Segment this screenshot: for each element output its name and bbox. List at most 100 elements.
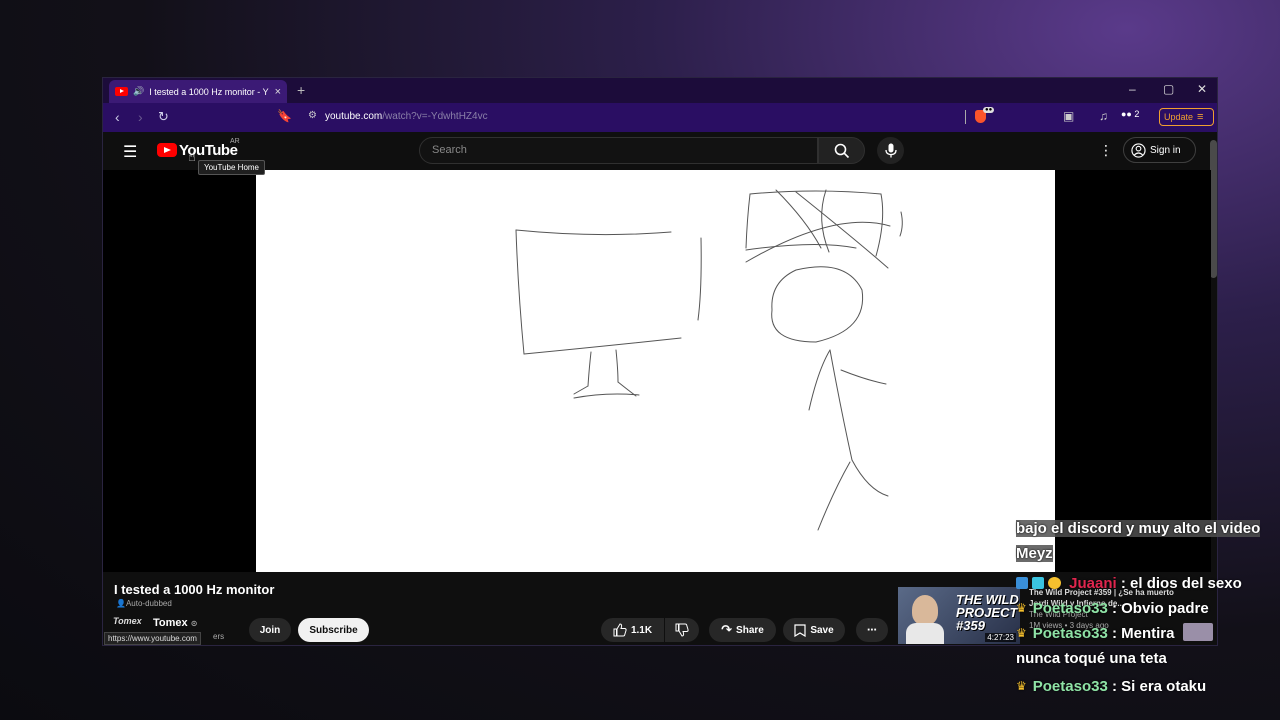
chat-text: Meyz — [1016, 545, 1053, 562]
video-frame[interactable] — [256, 170, 1055, 572]
youtube-favicon-icon — [115, 87, 128, 96]
title-bar: 🔊 I tested a 1000 Hz monitor - Y × + – ▢… — [103, 78, 1217, 103]
region-code: AR — [230, 138, 240, 145]
chat-text: bajo el discord y muy alto el video — [1016, 520, 1261, 537]
microphone-icon — [884, 143, 897, 158]
thumbnail-person-body — [906, 623, 944, 644]
search-input[interactable]: Search — [419, 137, 818, 164]
reload-icon[interactable]: ↻ — [158, 109, 169, 125]
minimize-button[interactable]: – — [1129, 82, 1136, 96]
channel-name[interactable]: Tomex ⊙ — [153, 617, 197, 629]
chat-message: nunca toqué una teta — [1016, 646, 1280, 671]
chat-username: Poetaso33 — [1032, 600, 1108, 617]
save-icon — [794, 623, 806, 637]
chat-text: : Obvio padre — [1107, 600, 1209, 617]
like-count: 1.1K — [630, 624, 653, 636]
voice-search-button[interactable] — [877, 137, 904, 164]
chat-username: Juaani — [1069, 575, 1117, 592]
video-player[interactable] — [103, 170, 1211, 572]
share-button[interactable]: ↷ Share — [709, 618, 776, 642]
chat-text: : Mentira — [1107, 625, 1175, 642]
video-duration: 4:27:23 — [985, 633, 1016, 642]
join-button[interactable]: Join — [249, 618, 291, 642]
account-icon — [1131, 142, 1146, 158]
chat-message: Meyz — [1016, 541, 1280, 566]
chat-message: Juaani : el dios del sexo — [1016, 571, 1280, 596]
shields-badge: ●● — [983, 107, 995, 113]
video-title: I tested a 1000 Hz monitor — [114, 582, 275, 597]
more-options-icon[interactable]: ⋮ — [1099, 142, 1113, 159]
extensions-button[interactable]: ●● 2 — [1121, 109, 1139, 119]
emote-icon — [1182, 623, 1213, 641]
subscriber-count: ers — [213, 632, 225, 641]
mouse-cursor-icon: ☝ — [188, 149, 196, 164]
tab-close-icon[interactable]: × — [275, 86, 281, 98]
thumbs-down-icon — [675, 623, 689, 637]
speaker-icon[interactable]: 🔊 — [133, 86, 144, 97]
close-window-button[interactable]: ✕ — [1197, 82, 1207, 96]
pin-badge-icon — [1016, 577, 1028, 589]
chat-text: : el dios del sexo — [1116, 575, 1242, 592]
thumbnail-person-face — [912, 595, 938, 625]
forward-icon[interactable]: › — [138, 109, 143, 125]
gold-badge-icon — [1048, 577, 1061, 589]
share-label: Share — [736, 624, 764, 636]
crown-badge-icon: ♛ — [1016, 601, 1027, 615]
dislike-button[interactable] — [665, 618, 699, 642]
search-button[interactable] — [818, 137, 865, 164]
new-tab-button[interactable]: + — [297, 82, 305, 98]
thumbs-up-icon — [613, 623, 627, 637]
chat-message: ♛ Poetaso33 : Obvio padre — [1016, 596, 1280, 621]
maximize-button[interactable]: ▢ — [1163, 82, 1174, 96]
chat-username: Poetaso33 — [1032, 625, 1108, 642]
save-label: Save — [810, 624, 834, 636]
cube-badge-icon — [1032, 577, 1044, 589]
browser-tab-active[interactable]: 🔊 I tested a 1000 Hz monitor - Y × — [109, 80, 287, 103]
url-host: youtube.com — [325, 111, 383, 122]
subscribe-button[interactable]: Subscribe — [298, 618, 369, 642]
sketch-drawing — [515, 189, 903, 531]
site-info-icon[interactable]: ⚙ — [308, 110, 317, 121]
chat-message: ♛ Poetaso33 : Si era otaku — [1016, 674, 1280, 699]
crown-badge-icon: ♛ — [1016, 626, 1027, 640]
like-button[interactable]: 1.1K — [601, 618, 664, 642]
media-icon[interactable]: ♫ — [1099, 109, 1108, 123]
chat-username: Poetaso33 — [1032, 678, 1108, 695]
tab-title: I tested a 1000 Hz monitor - Y — [149, 86, 269, 97]
bookmark-icon[interactable]: 🔖 — [277, 109, 292, 123]
auto-dubbed-text: Auto-dubbed — [125, 599, 172, 608]
channel-name-text: Tomex — [153, 617, 188, 629]
dub-icon: 👤 — [116, 599, 126, 608]
update-button[interactable]: Update ≡ — [1159, 108, 1214, 126]
search-icon — [834, 143, 849, 158]
navigation-bar: ‹ › ↻ 🔖 ⚙ youtube.com/watch?v=-YdwhtHZ4v… — [103, 103, 1217, 132]
recommended-thumbnail[interactable]: THE WILD PROJECT #359 4:27:23 — [898, 587, 1020, 644]
toolbar-divider — [965, 110, 966, 124]
auto-dubbed-label: 👤Auto-dubbed — [116, 599, 172, 608]
share-icon: ↷ — [721, 622, 733, 637]
youtube-header: ☰ YouTube AR ☝ YouTube Home Search ⋮ Sig… — [103, 132, 1217, 175]
save-button[interactable]: Save — [783, 618, 845, 642]
chat-text: nunca toqué una teta — [1016, 650, 1167, 667]
sign-in-label: Sign in — [1150, 144, 1181, 156]
leo-sidebar-icon[interactable]: ▣ — [1063, 109, 1074, 123]
page-scrollbar[interactable] — [1210, 140, 1217, 278]
crown-badge-icon: ♛ — [1016, 679, 1027, 693]
stream-chat-overlay: bajo el discord y muy alto el video Meyz… — [1016, 516, 1280, 699]
sign-in-button[interactable]: Sign in — [1123, 137, 1196, 163]
update-label: Update — [1164, 112, 1194, 122]
youtube-logo-icon[interactable] — [157, 143, 177, 157]
menu-icon: ≡ — [1197, 111, 1204, 123]
url-path: /watch?v=-YdwhtHZ4vc — [382, 111, 488, 122]
more-actions-button[interactable]: ⋯ — [856, 618, 888, 642]
chat-text: : Si era otaku — [1107, 678, 1207, 695]
verified-icon: ⊙ — [190, 619, 198, 628]
link-status-tooltip: https://www.youtube.com — [104, 632, 201, 645]
back-icon[interactable]: ‹ — [115, 109, 120, 125]
thumbnail-title: THE WILD PROJECT #359 — [956, 592, 1019, 633]
address-bar[interactable]: youtube.com/watch?v=-YdwhtHZ4vc — [325, 111, 488, 122]
home-tooltip: YouTube Home — [198, 160, 265, 175]
hamburger-menu-icon[interactable]: ☰ — [123, 142, 137, 162]
chat-message: bajo el discord y muy alto el video — [1016, 516, 1280, 541]
extensions-count: 2 — [1134, 109, 1140, 119]
